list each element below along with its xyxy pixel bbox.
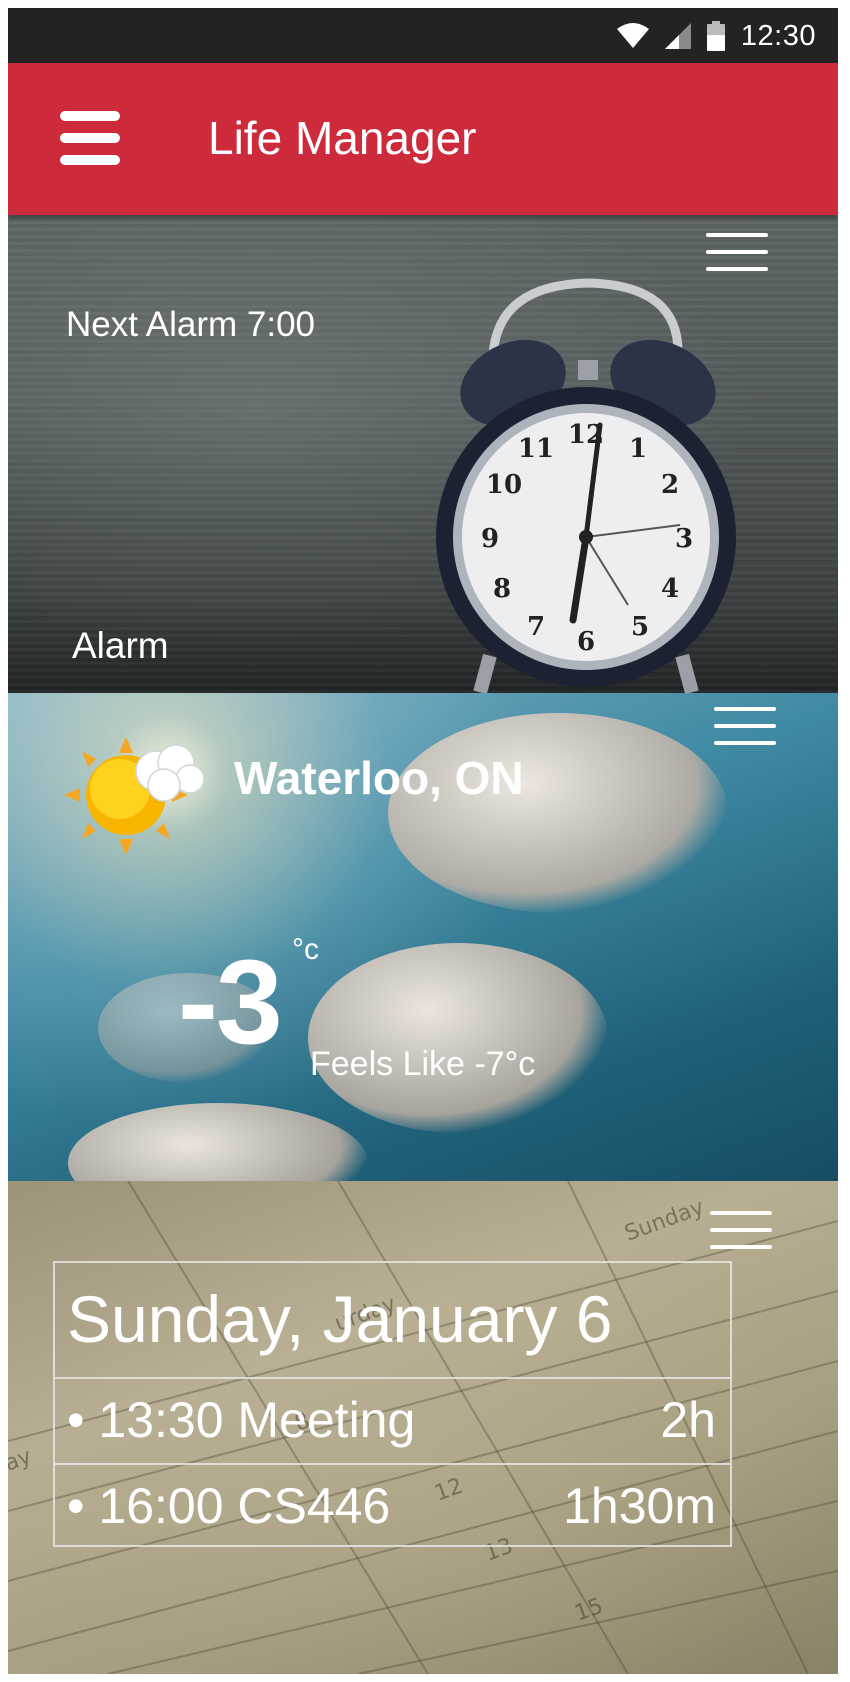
- alarm-clock-image: 12 1 2 3 4 5 6 7 8 9 10 11: [436, 278, 736, 693]
- partly-sunny-icon: [64, 737, 204, 855]
- cloud-decoration: [68, 1103, 368, 1181]
- agenda-box: Sunday, January 6 • 13:30 Meeting 2h • 1…: [53, 1261, 732, 1547]
- alarm-card-label: Alarm: [72, 625, 169, 666]
- svg-text:5: 5: [631, 612, 649, 642]
- svg-text:2: 2: [661, 470, 679, 500]
- svg-text:9: 9: [481, 524, 499, 554]
- status-time: 12:30: [740, 19, 816, 52]
- agenda-event[interactable]: • 13:30 Meeting 2h: [55, 1377, 730, 1463]
- event-title: • 16:00 CS446: [67, 1478, 391, 1534]
- weather-card[interactable]: Waterloo, ON -3 °c Feels Like -7°c: [8, 693, 838, 1181]
- svg-text:4: 4: [661, 574, 679, 604]
- menu-icon[interactable]: [60, 111, 120, 165]
- svg-text:Sunday: Sunday: [622, 1195, 708, 1247]
- calendar-card[interactable]: Sunday urday 8 12 13 15 ay Sunday, Janua…: [8, 1181, 838, 1674]
- event-title: • 13:30 Meeting: [67, 1392, 416, 1448]
- alarm-card[interactable]: 12 1 2 3 4 5 6 7 8 9 10 11 Next Alarm 7:…: [8, 215, 838, 693]
- svg-text:11: 11: [518, 434, 554, 464]
- feels-like-text: Feels Like -7°c: [310, 1045, 536, 1083]
- event-duration: 1h30m: [563, 1478, 716, 1534]
- svg-text:1: 1: [629, 434, 647, 464]
- status-bar: 12:30: [8, 8, 838, 63]
- wifi-icon: [616, 23, 649, 48]
- cloud-decoration: [388, 713, 728, 913]
- battery-icon: [706, 21, 725, 51]
- svg-text:7: 7: [527, 612, 545, 642]
- next-alarm-text: Next Alarm 7:00: [66, 305, 315, 344]
- alarm-card-menu-icon[interactable]: [706, 233, 768, 273]
- svg-text:3: 3: [675, 524, 693, 554]
- event-duration: 2h: [660, 1392, 716, 1448]
- app-title: Life Manager: [208, 112, 477, 164]
- app-bar: Life Manager: [8, 63, 838, 215]
- calendar-card-menu-icon[interactable]: [710, 1211, 772, 1251]
- agenda-event[interactable]: • 16:00 CS446 1h30m: [55, 1463, 730, 1549]
- svg-text:10: 10: [486, 470, 522, 500]
- status-icons: 12:30: [616, 18, 816, 54]
- temperature-unit: °c: [292, 933, 319, 966]
- cloud-decoration: [308, 943, 608, 1133]
- cell-signal-icon: [664, 23, 691, 49]
- weather-city: Waterloo, ON: [234, 752, 524, 804]
- svg-text:8: 8: [493, 574, 511, 604]
- phone-screen: 12:30 Life Manager 12 1 2 3 4 5 6 7 8 9 …: [8, 8, 838, 1674]
- weather-temperature: -3: [178, 935, 283, 1069]
- agenda-date: Sunday, January 6: [67, 1282, 613, 1356]
- weather-card-menu-icon[interactable]: [714, 707, 776, 747]
- svg-text:6: 6: [577, 627, 595, 657]
- svg-text:ay: ay: [8, 1444, 35, 1477]
